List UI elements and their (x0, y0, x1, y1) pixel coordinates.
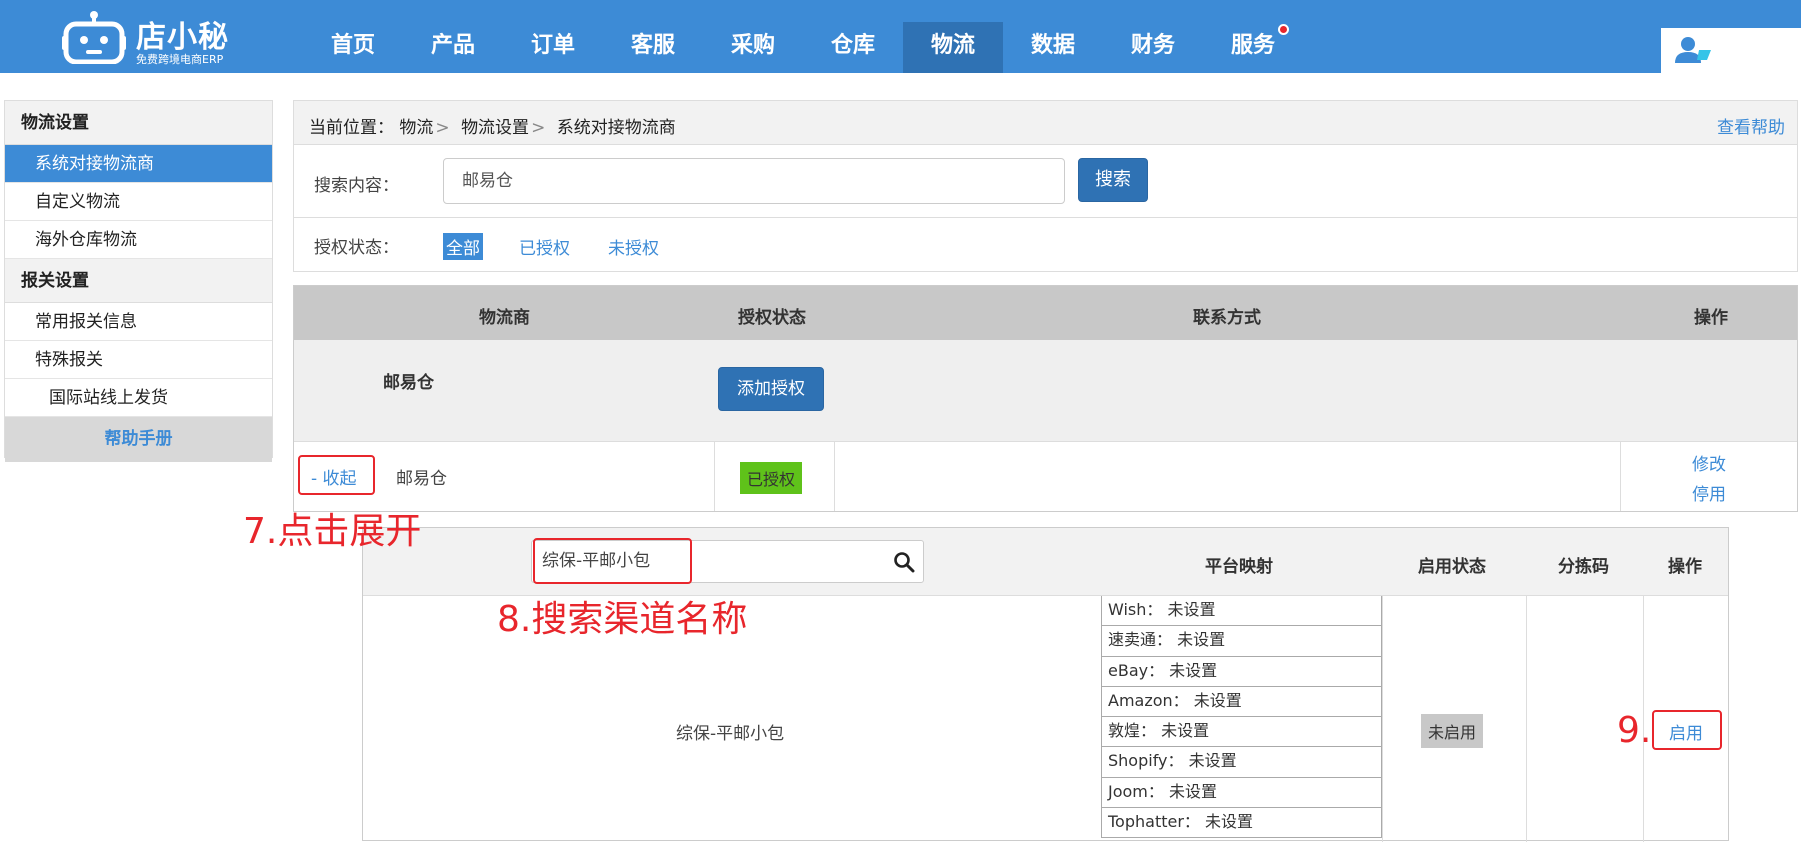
brand-tagline: 免费跨境电商ERP (136, 53, 224, 66)
nav-item-customer-service[interactable]: 客服 (603, 0, 703, 73)
user-menu[interactable] (1661, 28, 1801, 73)
search-icon[interactable] (893, 551, 915, 573)
annotation-step7: 7.点击展开 (243, 511, 422, 552)
help-manual-link[interactable]: 帮助手册 (5, 417, 272, 462)
filter-all[interactable]: 全部 (443, 233, 483, 260)
col-header-channel-actions: 操作 (1668, 557, 1702, 577)
mapping-aliexpress: 速卖通： 未设置 (1102, 626, 1381, 657)
nav-item-data[interactable]: 数据 (1003, 0, 1103, 73)
sidebar-group-logistics-settings: 物流设置 (5, 101, 272, 145)
annotation-box-collapse (298, 455, 375, 495)
mapping-tophatter: Tophatter： 未设置 (1102, 808, 1381, 839)
sidebar-item-special-customs[interactable]: 特殊报关 (5, 341, 272, 379)
nav-item-services-label: 服务 (1230, 33, 1275, 58)
col-header-auth-status: 授权状态 (738, 308, 806, 328)
search-button[interactable]: 搜索 (1078, 158, 1148, 202)
breadcrumb-prefix: 当前位置： (309, 118, 394, 138)
robot-logo-icon (62, 11, 126, 64)
logo[interactable]: 店小秘 免费跨境电商ERP (62, 4, 262, 66)
mapping-wish: Wish： 未设置 (1102, 596, 1381, 627)
sidebar-item-custom-logistics[interactable]: 自定义物流 (5, 183, 272, 221)
brand-name: 店小秘 (136, 20, 229, 55)
filter-authorized[interactable]: 已授权 (519, 234, 570, 259)
carrier-name: 邮易仓 (396, 469, 447, 489)
carrier-group: 邮易仓 添加授权 (294, 340, 1797, 442)
top-nav-bar: 店小秘 免费跨境电商ERP 首页 产品 订单 客服 采购 仓库 物流 数据 财务… (0, 0, 1801, 73)
nav-item-finance[interactable]: 财务 (1103, 0, 1203, 73)
disable-link[interactable]: 停用 (1692, 480, 1726, 505)
notification-dot (1278, 24, 1289, 35)
nav-item-warehouse[interactable]: 仓库 (803, 0, 903, 73)
sidebar: 物流设置 系统对接物流商 自定义物流 海外仓库物流 报关设置 常用报关信息 特殊… (4, 100, 273, 462)
nav-item-orders[interactable]: 订单 (503, 0, 603, 73)
user-add-icon (1675, 37, 1711, 63)
search-row: 搜索内容： 邮易仓 搜索 (294, 145, 1797, 218)
edit-link[interactable]: 修改 (1692, 450, 1726, 475)
col-header-sort-code: 分拣码 (1558, 557, 1609, 577)
col-header-enable-status: 启用状态 (1418, 557, 1486, 577)
col-header-platform-mapping: 平台映射 (1205, 557, 1273, 577)
nav-item-home[interactable]: 首页 (303, 0, 403, 73)
breadcrumb: 当前位置： 物流 > 物流设置 > 系统对接物流商 查看帮助 (294, 101, 1797, 145)
sidebar-item-customs-info[interactable]: 常用报关信息 (5, 303, 272, 341)
annotation-step9: 9. (1617, 710, 1652, 751)
sidebar-item-intl-online-shipping[interactable]: 国际站线上发货 (5, 379, 272, 417)
nav-item-products[interactable]: 产品 (403, 0, 503, 73)
search-label: 搜索内容： (314, 176, 399, 196)
auth-filter-label: 授权状态： (314, 238, 399, 258)
breadcrumb-item[interactable]: 物流设置 (461, 118, 529, 138)
nav-item-services[interactable]: 服务 (1203, 0, 1303, 73)
mapping-amazon: Amazon： 未设置 (1102, 687, 1381, 718)
mapping-joom: Joom： 未设置 (1102, 778, 1381, 809)
nav-item-purchasing[interactable]: 采购 (703, 0, 803, 73)
breadcrumb-item[interactable]: 物流 (399, 118, 433, 138)
add-auth-button[interactable]: 添加授权 (718, 367, 824, 411)
filter-unauthorized[interactable]: 未授权 (608, 234, 659, 259)
auth-filter-row: 授权状态： 全部 已授权 未授权 (294, 218, 1797, 271)
carrier-table-header: 物流商 授权状态 联系方式 操作 (294, 286, 1797, 340)
mapping-dhgate: 敦煌： 未设置 (1102, 717, 1381, 748)
status-badge-authorized: 已授权 (740, 462, 803, 494)
mapping-shopify: Shopify： 未设置 (1102, 747, 1381, 778)
col-header-actions: 操作 (1694, 308, 1728, 328)
sidebar-item-system-carriers[interactable]: 系统对接物流商 (5, 145, 272, 183)
annotation-box-channel-search (533, 538, 692, 584)
carrier-group-name: 邮易仓 (383, 373, 434, 393)
platform-mapping-list: Wish： 未设置 速卖通： 未设置 eBay： 未设置 Amazon： 未设置… (1101, 596, 1382, 839)
sidebar-item-overseas-warehouse[interactable]: 海外仓库物流 (5, 221, 272, 259)
view-help-link[interactable]: 查看帮助 (1717, 113, 1785, 138)
sidebar-group-customs-settings: 报关设置 (5, 259, 272, 303)
col-header-contact: 联系方式 (1193, 308, 1261, 328)
nav-item-logistics[interactable]: 物流 (903, 22, 1003, 73)
channel-name: 综保-平邮小包 (676, 724, 785, 744)
annotation-box-enable (1652, 710, 1722, 750)
search-input[interactable]: 邮易仓 (443, 158, 1065, 204)
carrier-table: 物流商 授权状态 联系方式 操作 邮易仓 添加授权 - 收起 邮易仓 已授权 修… (293, 285, 1798, 512)
annotation-step8: 8.搜索渠道名称 (497, 599, 748, 640)
breadcrumb-current: 系统对接物流商 (556, 118, 676, 138)
filter-panel: 当前位置： 物流 > 物流设置 > 系统对接物流商 查看帮助 搜索内容： 邮易仓 搜… (293, 100, 1798, 272)
table-row: - 收起 邮易仓 已授权 修改 停用 (294, 442, 1797, 511)
status-badge-disabled: 未启用 (1421, 714, 1484, 748)
col-header-carrier: 物流商 (479, 308, 530, 328)
mapping-ebay: eBay： 未设置 (1102, 657, 1381, 687)
main-nav: 首页 产品 订单 客服 采购 仓库 物流 数据 财务 服务 (303, 0, 1303, 73)
